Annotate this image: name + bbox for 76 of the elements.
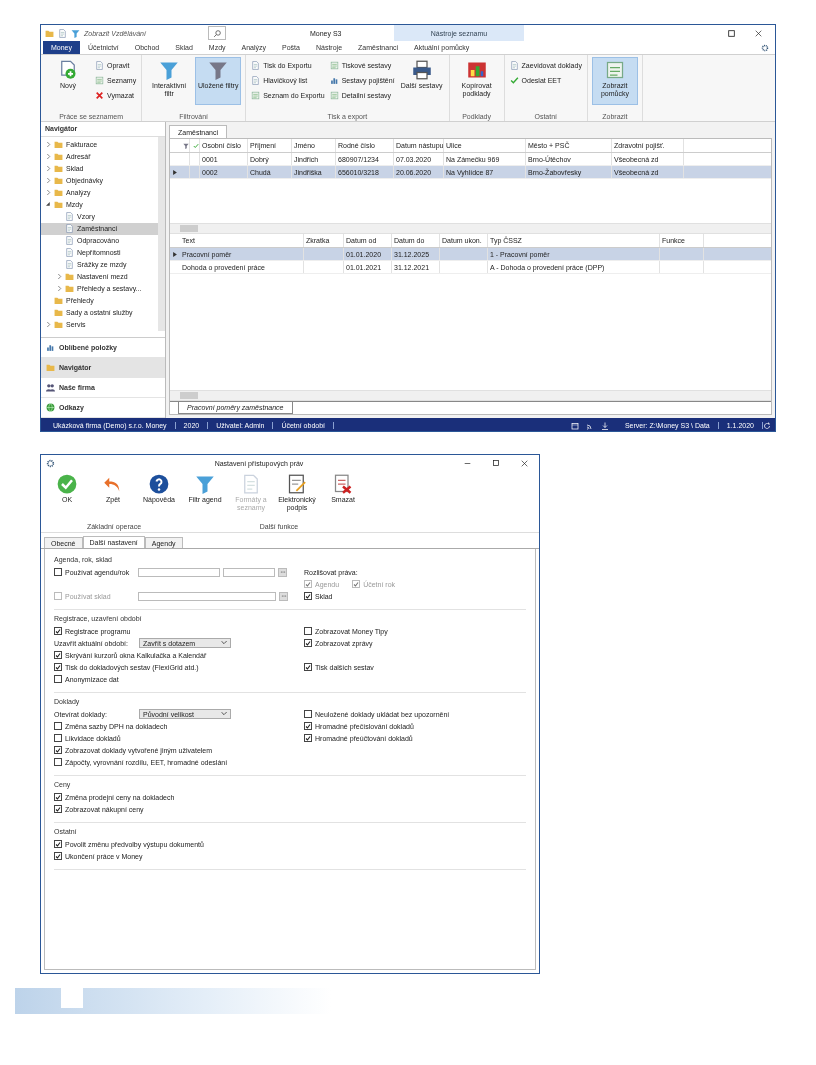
checkbox[interactable] [304,627,312,635]
maximize-icon [492,458,500,467]
input-field[interactable] [223,567,275,577]
gear-icon [761,43,769,52]
search-icon [212,28,222,38]
filter-icon [208,60,229,80]
checkbox[interactable] [54,746,62,754]
funnel-icon [195,474,215,494]
checkbox[interactable] [304,592,312,600]
checkbox[interactable] [54,722,62,730]
document-icon [65,260,74,270]
close-icon [754,28,763,38]
checkbox[interactable] [54,627,62,635]
check-circle-icon [57,474,77,494]
document-icon [65,224,74,234]
people-icon [46,383,55,392]
globe-icon [46,403,55,412]
new-document-icon [58,60,78,80]
document-icon [65,248,74,258]
printer-icon [411,60,432,80]
input-field[interactable] [138,591,276,601]
check-icon [192,142,199,149]
refresh-icon [763,421,771,430]
row-pointer-icon [173,251,177,257]
checkbox[interactable] [304,639,312,647]
document-icon [58,28,67,38]
horizontal-scrollbar[interactable] [170,390,771,401]
checkbox[interactable] [304,734,312,742]
checkbox[interactable] [54,568,62,576]
expanded-arrow-icon[interactable] [46,202,51,208]
checkbox[interactable] [54,840,62,848]
checkbox[interactable] [54,734,62,742]
checkbox[interactable] [304,663,312,671]
document-icon [65,212,74,222]
horizontal-scrollbar[interactable] [170,223,771,234]
signature-icon [287,474,307,494]
funnel-icon [159,60,180,80]
search-field[interactable] [208,26,226,40]
document-icon [95,60,104,70]
checkbox[interactable] [304,722,312,730]
input-field[interactable] [138,567,220,577]
checkbox[interactable] [54,793,62,801]
list-icon [329,90,339,100]
check-icon [509,75,519,85]
row-pointer-icon [173,169,177,175]
funnel-icon [71,28,80,38]
checkbox[interactable] [54,852,62,860]
document-icon [241,474,261,494]
list-icon [329,60,339,70]
chart-icon [329,75,339,85]
list-icon [251,90,261,100]
chart-icon [466,60,487,80]
folder-icon [46,363,55,372]
checkbox[interactable] [304,710,312,718]
maximize-icon [727,28,736,38]
list-icon [95,75,104,85]
help-icon [149,474,169,494]
folder-icon [45,28,54,38]
checkbox[interactable] [54,675,62,683]
checkbox[interactable] [54,651,62,659]
gear-icon [46,458,55,468]
checkbox[interactable] [54,663,62,671]
document-icon [251,60,261,70]
document-icon [509,60,519,70]
chevron-down-icon [221,641,227,645]
list-icon [604,60,625,80]
checkbox[interactable] [54,758,62,766]
document-icon [251,75,261,85]
checkbox[interactable] [54,805,62,813]
chevron-down-icon [221,712,227,716]
delete-document-icon [333,474,353,494]
chart-icon [46,343,55,352]
cross-icon [95,90,104,100]
close-icon [520,458,529,468]
document-icon [65,236,74,246]
filter-icon [182,142,189,149]
